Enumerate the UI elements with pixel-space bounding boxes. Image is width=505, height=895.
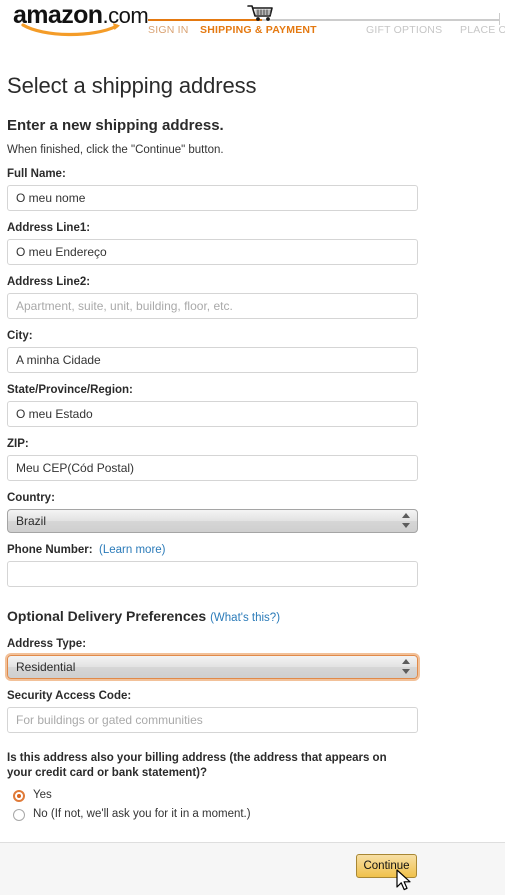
- address-line2-input[interactable]: [7, 293, 418, 319]
- chevron-updown-icon: [402, 659, 411, 675]
- zip-label: ZIP:: [7, 438, 29, 450]
- radio-yes-icon[interactable]: [13, 789, 25, 802]
- state-label: State/Province/Region:: [7, 384, 133, 396]
- billing-address-question: Is this address also your billing addres…: [7, 752, 387, 779]
- address-type-select[interactable]: Residential: [7, 655, 418, 679]
- progress-line-remaining: [262, 19, 500, 21]
- full-name-input[interactable]: [7, 185, 418, 211]
- country-selected-value: Brazil: [16, 514, 47, 528]
- address-line1-input[interactable]: [7, 239, 418, 265]
- address-type-label: Address Type:: [7, 638, 87, 650]
- optional-delivery-heading-text: Optional Delivery Preferences: [7, 608, 207, 624]
- radio-no-icon[interactable]: [13, 808, 25, 821]
- page-title: Select a shipping address: [7, 73, 257, 98]
- whats-this-link[interactable]: (What's this?): [210, 612, 280, 624]
- phone-learn-more-link[interactable]: (Learn more): [99, 544, 165, 556]
- address-line2-label: Address Line2:: [7, 276, 91, 288]
- country-label: Country:: [7, 492, 55, 504]
- shopping-cart-icon: [247, 5, 273, 21]
- billing-option-no[interactable]: No (If not, we'll ask you for it in a mo…: [7, 806, 498, 823]
- state-input[interactable]: [7, 401, 418, 427]
- billing-option-no-label: No (If not, we'll ask you for it in a mo…: [33, 808, 251, 820]
- checkout-progress-bar: SIGN IN SHIPPING & PAYMENT GIFT OPTIONS …: [148, 0, 505, 46]
- page-header: amazon.com SIGN IN SHIPPING & PAYMENT GI…: [0, 0, 505, 46]
- city-input[interactable]: [7, 347, 418, 373]
- optional-delivery-preferences-heading: Optional Delivery Preferences (What's th…: [7, 607, 498, 627]
- billing-option-yes-label: Yes: [33, 789, 52, 801]
- step-sign-in[interactable]: SIGN IN: [148, 24, 189, 36]
- country-select[interactable]: Brazil: [7, 509, 418, 533]
- chevron-updown-icon: [402, 513, 411, 529]
- page-footer: Continue: [0, 842, 505, 895]
- city-label: City:: [7, 330, 33, 342]
- zip-input[interactable]: [7, 455, 418, 481]
- security-access-code-input[interactable]: [7, 707, 418, 733]
- security-access-code-label: Security Access Code:: [7, 690, 132, 702]
- main-content: Select a shipping address Enter a new sh…: [0, 73, 505, 823]
- footer-inner: Continue: [0, 843, 417, 895]
- full-name-label: Full Name:: [7, 168, 66, 180]
- amazon-smile-arc-icon: [21, 23, 120, 37]
- phone-number-label-text: Phone Number:: [7, 544, 93, 556]
- address-type-selected-value: Residential: [16, 660, 76, 674]
- step-gift-options: GIFT OPTIONS: [366, 24, 443, 36]
- amazon-logo[interactable]: amazon.com: [13, 2, 149, 37]
- step-shipping-and-payment[interactable]: SHIPPING & PAYMENT: [200, 24, 317, 36]
- billing-option-yes[interactable]: Yes: [7, 787, 498, 804]
- continue-button[interactable]: Continue: [356, 854, 417, 878]
- checkout-steps: SIGN IN SHIPPING & PAYMENT GIFT OPTIONS …: [148, 24, 505, 40]
- continue-instruction-note: When finished, click the "Continue" butt…: [7, 144, 224, 156]
- section-title: Enter a new shipping address.: [7, 117, 224, 134]
- phone-number-label: Phone Number: (Learn more): [7, 544, 498, 557]
- step-place-order: PLACE ORDER: [460, 24, 505, 36]
- phone-number-input[interactable]: [7, 561, 418, 587]
- address-line1-label: Address Line1:: [7, 222, 91, 234]
